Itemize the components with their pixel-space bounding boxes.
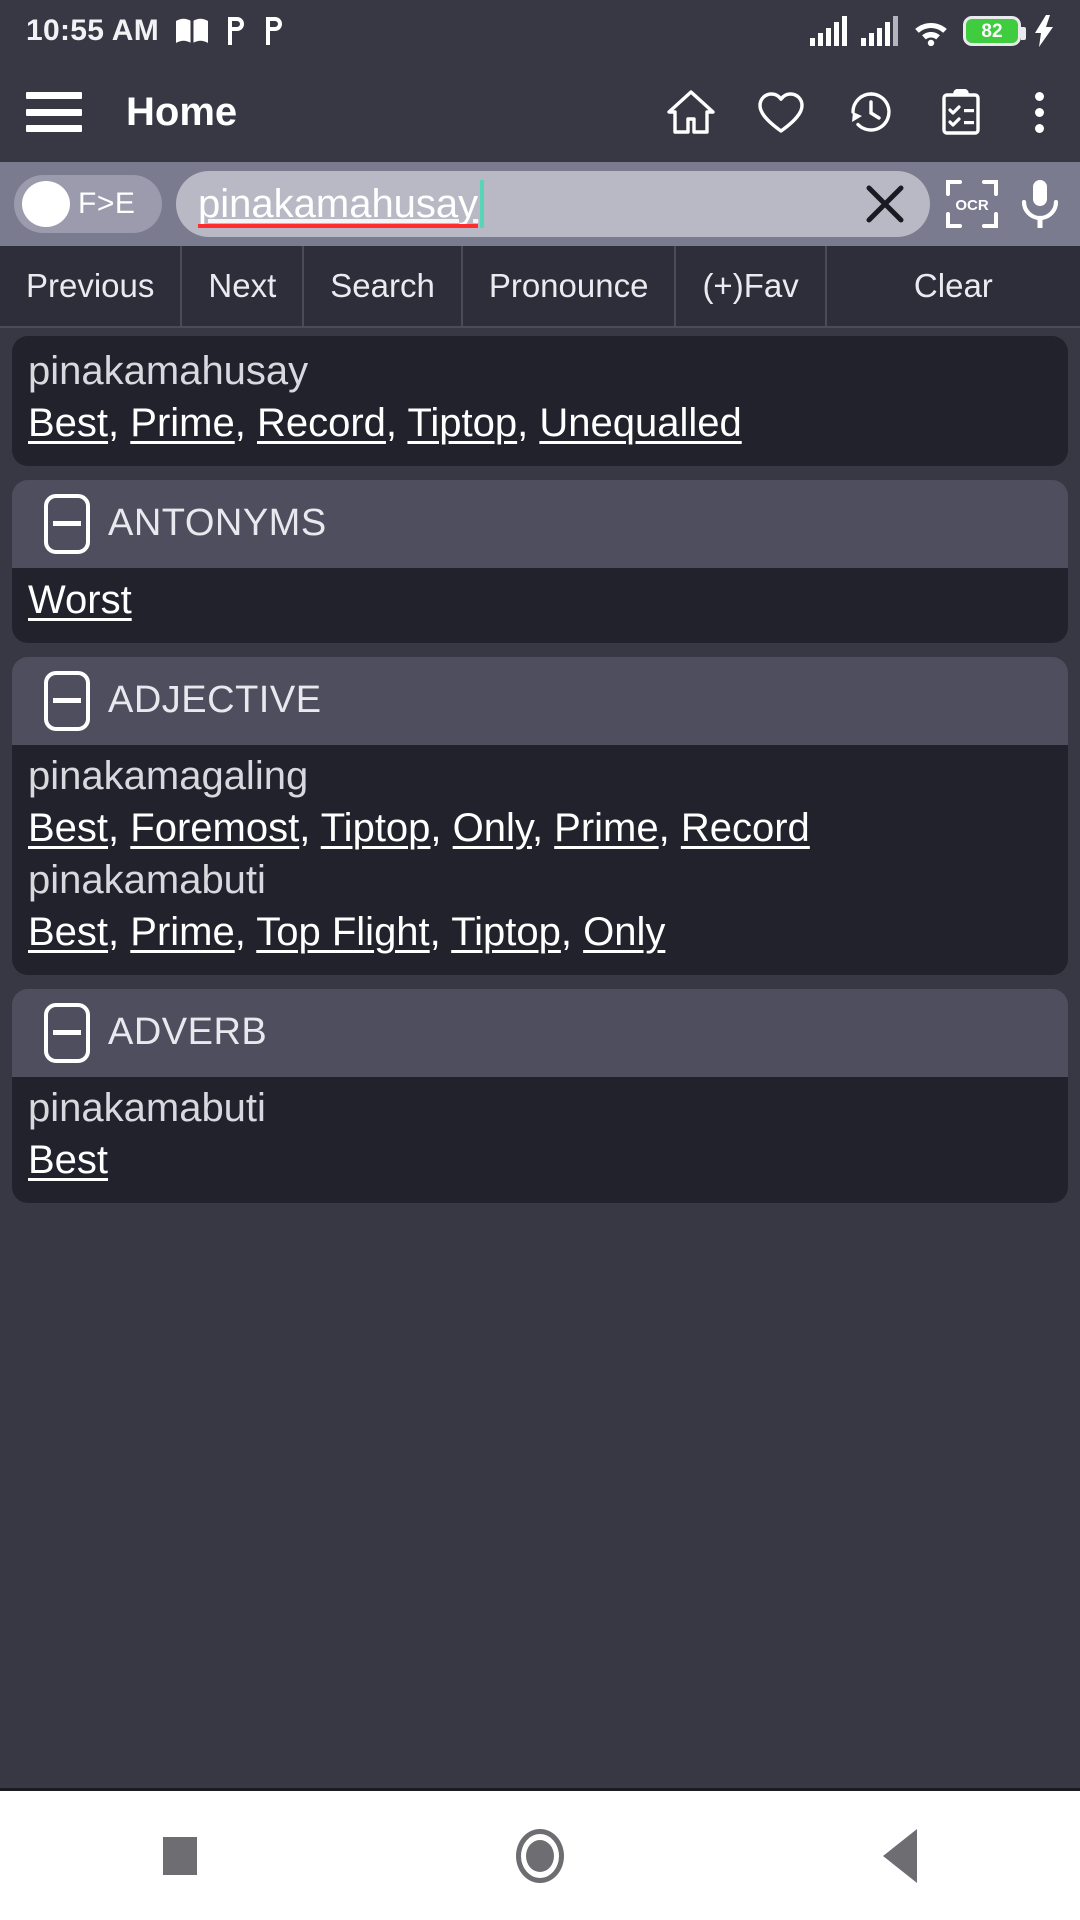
square-icon bbox=[163, 1836, 197, 1875]
synonym-link[interactable]: Only bbox=[453, 806, 532, 850]
heart-icon[interactable] bbox=[755, 86, 807, 138]
battery-indicator: 82 bbox=[963, 16, 1026, 46]
history-icon[interactable] bbox=[845, 86, 897, 138]
status-bar: 10:55 AM 82 bbox=[0, 0, 1080, 62]
search-bar: F>E pinakamahusay OCR bbox=[0, 162, 1080, 246]
book-icon bbox=[175, 17, 209, 45]
charging-bolt-icon bbox=[1034, 15, 1054, 47]
synonym-link[interactable]: Prime bbox=[130, 910, 234, 954]
section-header-antonyms[interactable]: ANTONYMS bbox=[12, 479, 1068, 568]
page-title: Home bbox=[126, 89, 238, 134]
app-bar: Home bbox=[0, 62, 1080, 162]
section-title: ADJECTIVE bbox=[108, 679, 322, 722]
synonym-link[interactable]: Record bbox=[681, 806, 810, 850]
entry-synonyms: Worst bbox=[28, 574, 1052, 627]
section-antonyms: ANTONYMS Worst bbox=[12, 479, 1068, 643]
section-body-antonyms: Worst bbox=[12, 567, 1068, 643]
synonym-link[interactable]: Worst bbox=[28, 578, 132, 622]
p-badge-icon bbox=[263, 16, 285, 46]
entry-headword: pinakamabuti bbox=[28, 857, 266, 902]
status-bar-right: 82 bbox=[810, 15, 1054, 47]
results-list: pinakamahusay Best, Prime, Record, Tipto… bbox=[0, 328, 1080, 1788]
main-entry-card: pinakamahusay Best, Prime, Record, Tipto… bbox=[12, 336, 1068, 466]
section-adverb: ADVERB pinakamabuti Best bbox=[12, 988, 1068, 1203]
home-icon[interactable] bbox=[665, 86, 717, 138]
synonym-link[interactable]: Prime bbox=[130, 401, 234, 445]
add-favorite-button[interactable]: (+)Fav bbox=[676, 246, 827, 326]
circle-icon bbox=[516, 1828, 564, 1883]
system-navigation-bar bbox=[0, 1788, 1080, 1920]
overflow-menu-icon[interactable] bbox=[1025, 91, 1054, 133]
previous-button[interactable]: Previous bbox=[0, 246, 183, 326]
pronounce-button[interactable]: Pronounce bbox=[463, 246, 677, 326]
synonym-link[interactable]: Foremost bbox=[130, 806, 299, 850]
battery-percent-label: 82 bbox=[981, 20, 1003, 42]
synonym-link[interactable]: Prime bbox=[554, 806, 658, 850]
status-bar-left: 10:55 AM bbox=[26, 14, 285, 48]
recents-button[interactable] bbox=[105, 1836, 255, 1875]
synonym-link[interactable]: Only bbox=[583, 910, 665, 954]
minus-box-icon[interactable] bbox=[44, 493, 90, 554]
entry-synonyms: Best, Foremost, Tiptop, Only, Prime, Rec… bbox=[28, 805, 810, 850]
p-badge-icon bbox=[225, 16, 247, 46]
entry-synonyms: Best, Prime, Top Flight, Tiptop, Only bbox=[28, 909, 666, 954]
minus-box-icon[interactable] bbox=[44, 1002, 90, 1063]
svg-text:OCR: OCR bbox=[955, 197, 989, 214]
wifi-icon bbox=[912, 16, 950, 46]
back-button[interactable] bbox=[825, 1828, 975, 1883]
home-button[interactable] bbox=[465, 1828, 615, 1883]
section-body-adverb: pinakamabuti Best bbox=[12, 1076, 1068, 1203]
ocr-scan-icon[interactable]: OCR bbox=[944, 176, 1000, 232]
synonym-link[interactable]: Best bbox=[28, 401, 108, 445]
triangle-back-icon bbox=[883, 1828, 917, 1883]
search-input-value: pinakamahusay bbox=[198, 181, 479, 226]
entry-headword: pinakamagaling bbox=[28, 753, 309, 798]
entry-synonyms: Best, Prime, Record, Tiptop, Unequalled bbox=[28, 401, 742, 446]
signal-bars-icon bbox=[810, 16, 848, 46]
clear-button[interactable]: Clear bbox=[827, 246, 1080, 326]
toggle-knob bbox=[22, 181, 70, 227]
signal-bars-icon bbox=[861, 16, 899, 46]
spellcheck-underline bbox=[198, 223, 479, 228]
synonym-link[interactable]: Tiptop bbox=[407, 401, 517, 445]
entry-headword: pinakamabuti bbox=[28, 1085, 266, 1130]
app-bar-actions bbox=[665, 86, 1054, 138]
search-button[interactable]: Search bbox=[304, 246, 463, 326]
section-header-adjective[interactable]: ADJECTIVE bbox=[12, 656, 1068, 745]
text-caret bbox=[480, 180, 485, 228]
section-header-adverb[interactable]: ADVERB bbox=[12, 988, 1068, 1077]
hamburger-icon[interactable] bbox=[26, 92, 82, 132]
action-button-bar: Previous Next Search Pronounce (+)Fav Cl… bbox=[0, 246, 1080, 328]
minus-box-icon[interactable] bbox=[44, 670, 90, 731]
synonym-link[interactable]: Tiptop bbox=[321, 806, 431, 850]
section-adjective: ADJECTIVE pinakamagaling Best, Foremost,… bbox=[12, 656, 1068, 975]
clipboard-checklist-icon[interactable] bbox=[935, 86, 987, 138]
synonym-link[interactable]: Top Flight bbox=[256, 910, 429, 954]
synonym-link[interactable]: Record bbox=[257, 401, 386, 445]
section-title: ANTONYMS bbox=[108, 502, 327, 545]
language-direction-toggle[interactable]: F>E bbox=[14, 175, 162, 233]
search-input-text-wrap: pinakamahusay bbox=[198, 181, 479, 228]
synonym-link[interactable]: Best bbox=[28, 910, 108, 954]
close-icon[interactable] bbox=[842, 181, 908, 227]
microphone-icon[interactable] bbox=[1014, 176, 1066, 232]
synonym-link[interactable]: Tiptop bbox=[451, 910, 561, 954]
next-button[interactable]: Next bbox=[182, 246, 305, 326]
synonym-link[interactable]: Best bbox=[28, 806, 108, 850]
status-bar-clock: 10:55 AM bbox=[26, 14, 160, 47]
entry-headword: pinakamahusay bbox=[28, 349, 309, 393]
section-title: ADVERB bbox=[108, 1011, 268, 1054]
synonym-link[interactable]: Unequalled bbox=[539, 401, 741, 445]
section-body-adjective: pinakamagaling Best, Foremost, Tiptop, O… bbox=[12, 744, 1068, 975]
language-direction-label: F>E bbox=[78, 187, 136, 220]
entry-synonyms: Best bbox=[28, 1134, 1052, 1187]
synonym-link[interactable]: Best bbox=[28, 1138, 108, 1182]
search-input[interactable]: pinakamahusay bbox=[176, 171, 930, 237]
